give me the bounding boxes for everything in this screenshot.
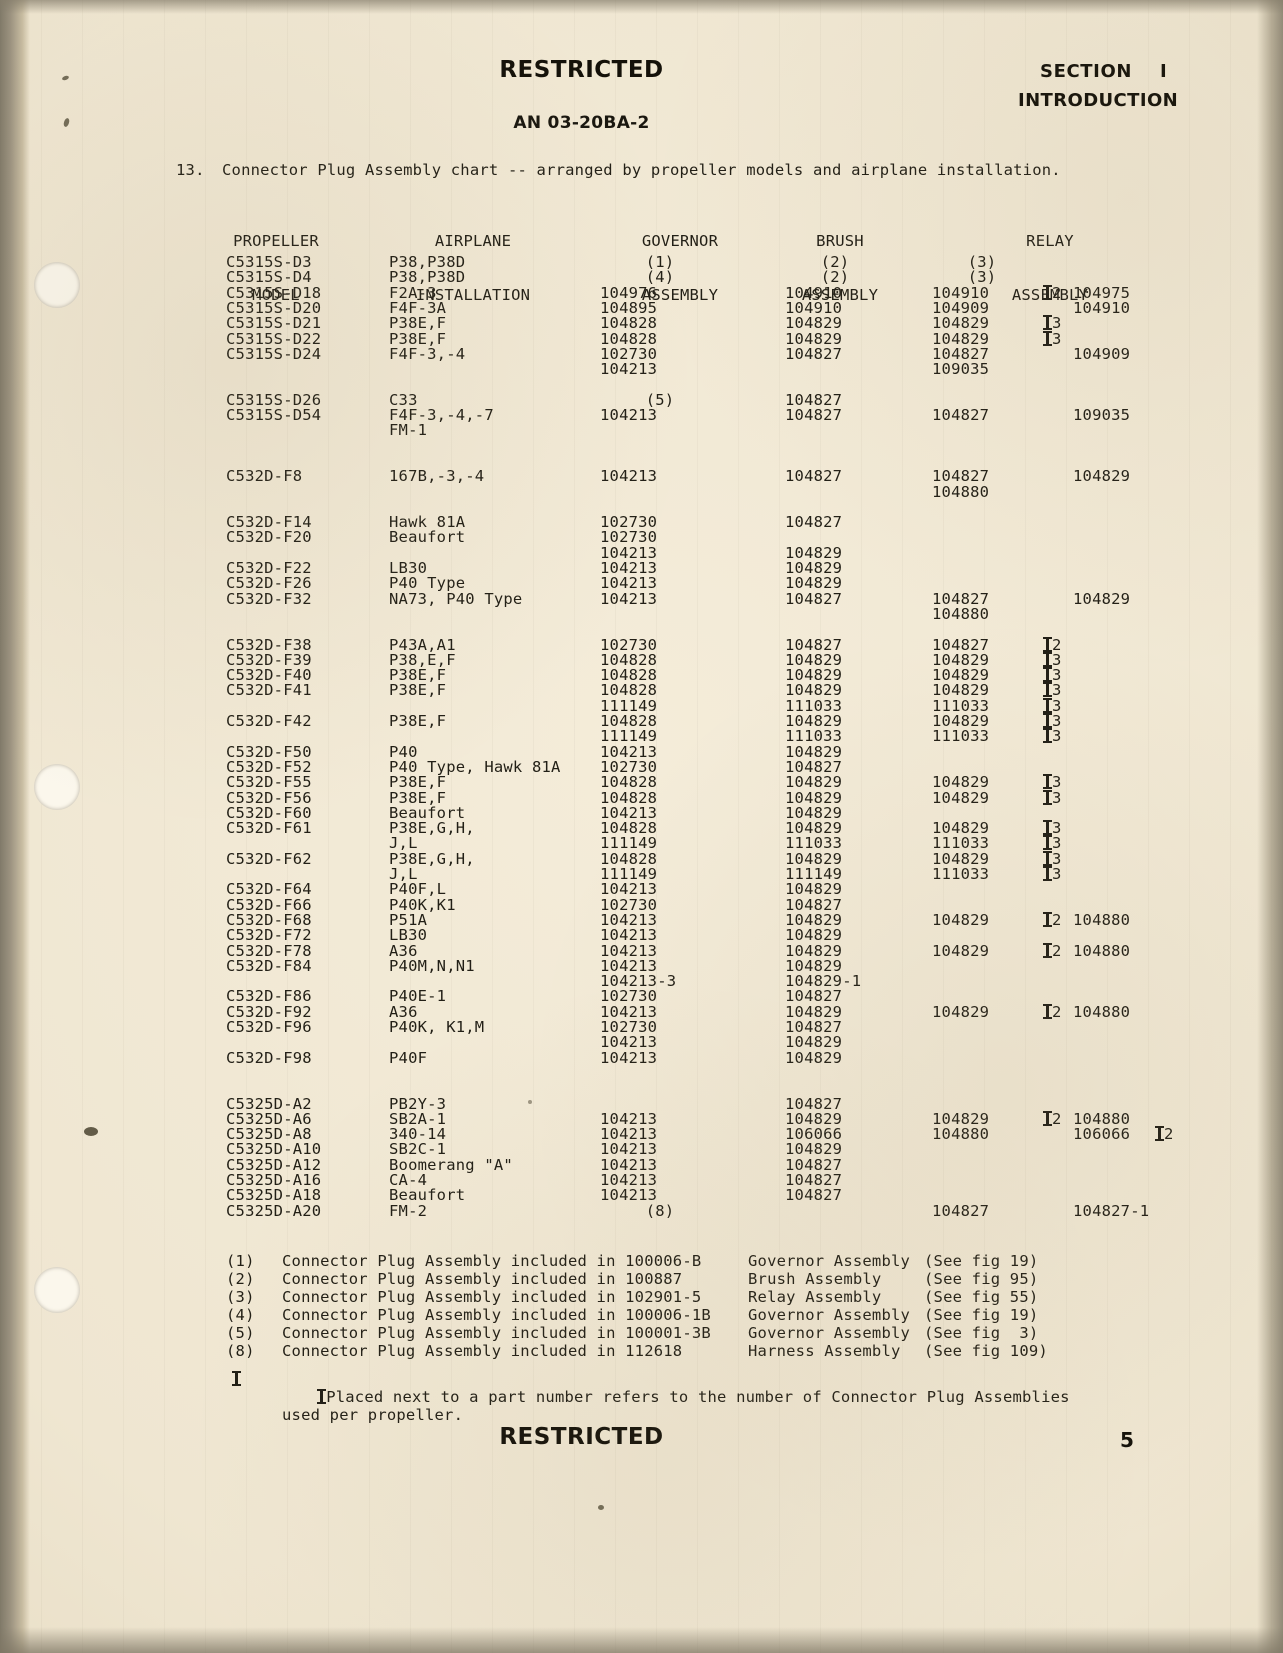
dagger-icon <box>1043 728 1052 744</box>
document-page: RESTRICTED AN 03-20BA-2 SECTION I INTRODU… <box>0 0 1283 1653</box>
footnote-row: (5) Connector Plug Assembly included in 1… <box>226 1324 1048 1342</box>
footnote-figure-reference: (See fig 19) <box>924 1252 1039 1270</box>
table-column-headers: PROPELLER MODEL AIRPLANE INSTALLATION GO… <box>0 196 1283 304</box>
dagger-icon <box>1043 789 1052 805</box>
footnote-marker: (5) <box>226 1324 255 1342</box>
section-title: INTRODUCTION <box>1018 90 1179 111</box>
punch-hole <box>34 262 80 308</box>
dagger-icon <box>1043 697 1052 713</box>
footnote-text: Connector Plug Assembly included in 1000… <box>282 1324 711 1342</box>
footnote-text: Connector Plug Assembly included in 1000… <box>282 1252 702 1270</box>
footnote-figure-reference: (See fig 55) <box>924 1288 1039 1306</box>
footnote-assembly: Harness Assembly <box>748 1342 901 1360</box>
punch-hole <box>34 764 80 810</box>
footnote-row: (3) Connector Plug Assembly included in 1… <box>226 1288 1048 1306</box>
dagger-icon <box>1155 1126 1164 1142</box>
intro-paragraph: 13. Connector Plug Assembly chart -- arra… <box>176 161 1061 179</box>
dagger-icon <box>1043 315 1052 331</box>
footnote-marker: (1) <box>226 1252 255 1270</box>
section-number: I <box>1160 61 1168 82</box>
dagger-icon <box>1043 682 1052 698</box>
column-header-line1: BRUSH <box>816 232 864 250</box>
footnote-row: (4) Connector Plug Assembly included in 1… <box>226 1306 1048 1324</box>
page-number: 5 <box>1120 1428 1134 1452</box>
dagger-icon <box>1043 820 1052 836</box>
dagger-icon <box>1043 911 1052 927</box>
footnote-figure-reference: (See fig 109) <box>924 1342 1048 1360</box>
dagger-icon <box>1043 835 1052 851</box>
footnote-assembly: Governor Assembly <box>748 1324 911 1342</box>
page-right-edge <box>1257 0 1283 1653</box>
footnote-marker: (2) <box>226 1270 255 1288</box>
dagger-icon <box>1043 850 1052 866</box>
cell-relay-assembly-2: 104827-1 <box>1073 1201 1150 1220</box>
footnote-text: Connector Plug Assembly included in 1126… <box>282 1342 683 1360</box>
footnote-assembly: Brush Assembly <box>748 1270 882 1288</box>
footnote-text: Connector Plug Assembly included in 1008… <box>282 1270 683 1288</box>
punch-hole <box>34 1267 80 1313</box>
column-header-line1: RELAY <box>1026 232 1074 250</box>
dagger-icon <box>1043 713 1052 728</box>
page-bottom-edge <box>0 1627 1283 1653</box>
footnote-text: Connector Plug Assembly included in 1000… <box>282 1306 711 1324</box>
dagger-icon <box>1043 330 1052 346</box>
section-header: SECTION I <box>1040 61 1167 82</box>
cell-airplane-installation: FM-2 <box>389 1201 428 1220</box>
dagger-icon <box>1043 667 1052 683</box>
dagger-icon <box>1043 1003 1052 1019</box>
table-row: C5325D-A20 FM-2 (8) 104827 104827-1 <box>0 1202 1283 1220</box>
dagger-icon <box>1043 866 1052 881</box>
paper-speck <box>84 1127 98 1136</box>
classification-footer-text: RESTRICTED <box>499 1424 664 1450</box>
dagger-icon <box>1043 774 1052 790</box>
footnote-marker: (8) <box>226 1342 255 1360</box>
footnote-text: Connector Plug Assembly included in 1029… <box>282 1288 702 1306</box>
footnote-figure-reference: (See fig 95) <box>924 1270 1039 1288</box>
footnote-row: (8) Connector Plug Assembly included in 1… <box>226 1342 1048 1360</box>
footnote-assembly: Governor Assembly <box>748 1252 911 1270</box>
dagger-note-line1: Placed next to a part number refers to t… <box>326 1388 1070 1406</box>
dagger-icon <box>1043 636 1052 652</box>
column-header-line1: GOVERNOR <box>641 232 719 250</box>
column-header-line1: PROPELLER <box>233 232 319 250</box>
classification-header-text: RESTRICTED <box>499 57 664 83</box>
footnote-marker: (4) <box>226 1306 255 1324</box>
column-header-line1: AIRPLANE <box>434 232 512 250</box>
page-left-edge <box>0 0 30 1653</box>
intro-item-number: 13. <box>176 161 205 179</box>
dagger-icon <box>317 1389 327 1404</box>
document-number-text: AN 03-20BA-2 <box>513 113 650 133</box>
dagger-icon <box>1043 1110 1052 1126</box>
dagger-icon <box>1043 284 1052 300</box>
footnote-row: (2) Connector Plug Assembly included in 1… <box>226 1270 1048 1288</box>
cell-relay-assembly-1: 104827 <box>932 1201 990 1220</box>
dagger-icon <box>1043 651 1052 667</box>
footnote-marker: (3) <box>226 1288 255 1306</box>
document-number: AN 03-20BA-2 <box>0 113 1283 133</box>
footnote-assembly: Governor Assembly <box>748 1306 911 1324</box>
dagger-note-line2: used per propeller. <box>282 1406 464 1424</box>
section-label: SECTION <box>1040 61 1133 82</box>
paper-speck <box>528 1100 532 1104</box>
paper-speck <box>598 1505 604 1510</box>
cell-propeller-model: C5325D-A20 <box>226 1201 322 1220</box>
footnote-row: (1) Connector Plug Assembly included in 1… <box>226 1252 1048 1270</box>
footnote-figure-reference: (See fig 19) <box>924 1306 1039 1324</box>
cell-governor-assembly: (8) <box>645 1201 675 1220</box>
footnote-list: (1) Connector Plug Assembly included in 1… <box>226 1252 1048 1360</box>
page-top-edge <box>0 0 1283 14</box>
footnote-figure-reference: (See fig 3) <box>924 1324 1039 1342</box>
page-content: RESTRICTED AN 03-20BA-2 SECTION I INTRODU… <box>0 0 1283 1653</box>
intro-text: Connector Plug Assembly chart -- arrange… <box>222 161 1061 179</box>
classification-footer: RESTRICTED <box>0 1424 1283 1450</box>
dagger-icon <box>1043 942 1052 958</box>
footnote-assembly: Relay Assembly <box>748 1288 882 1306</box>
